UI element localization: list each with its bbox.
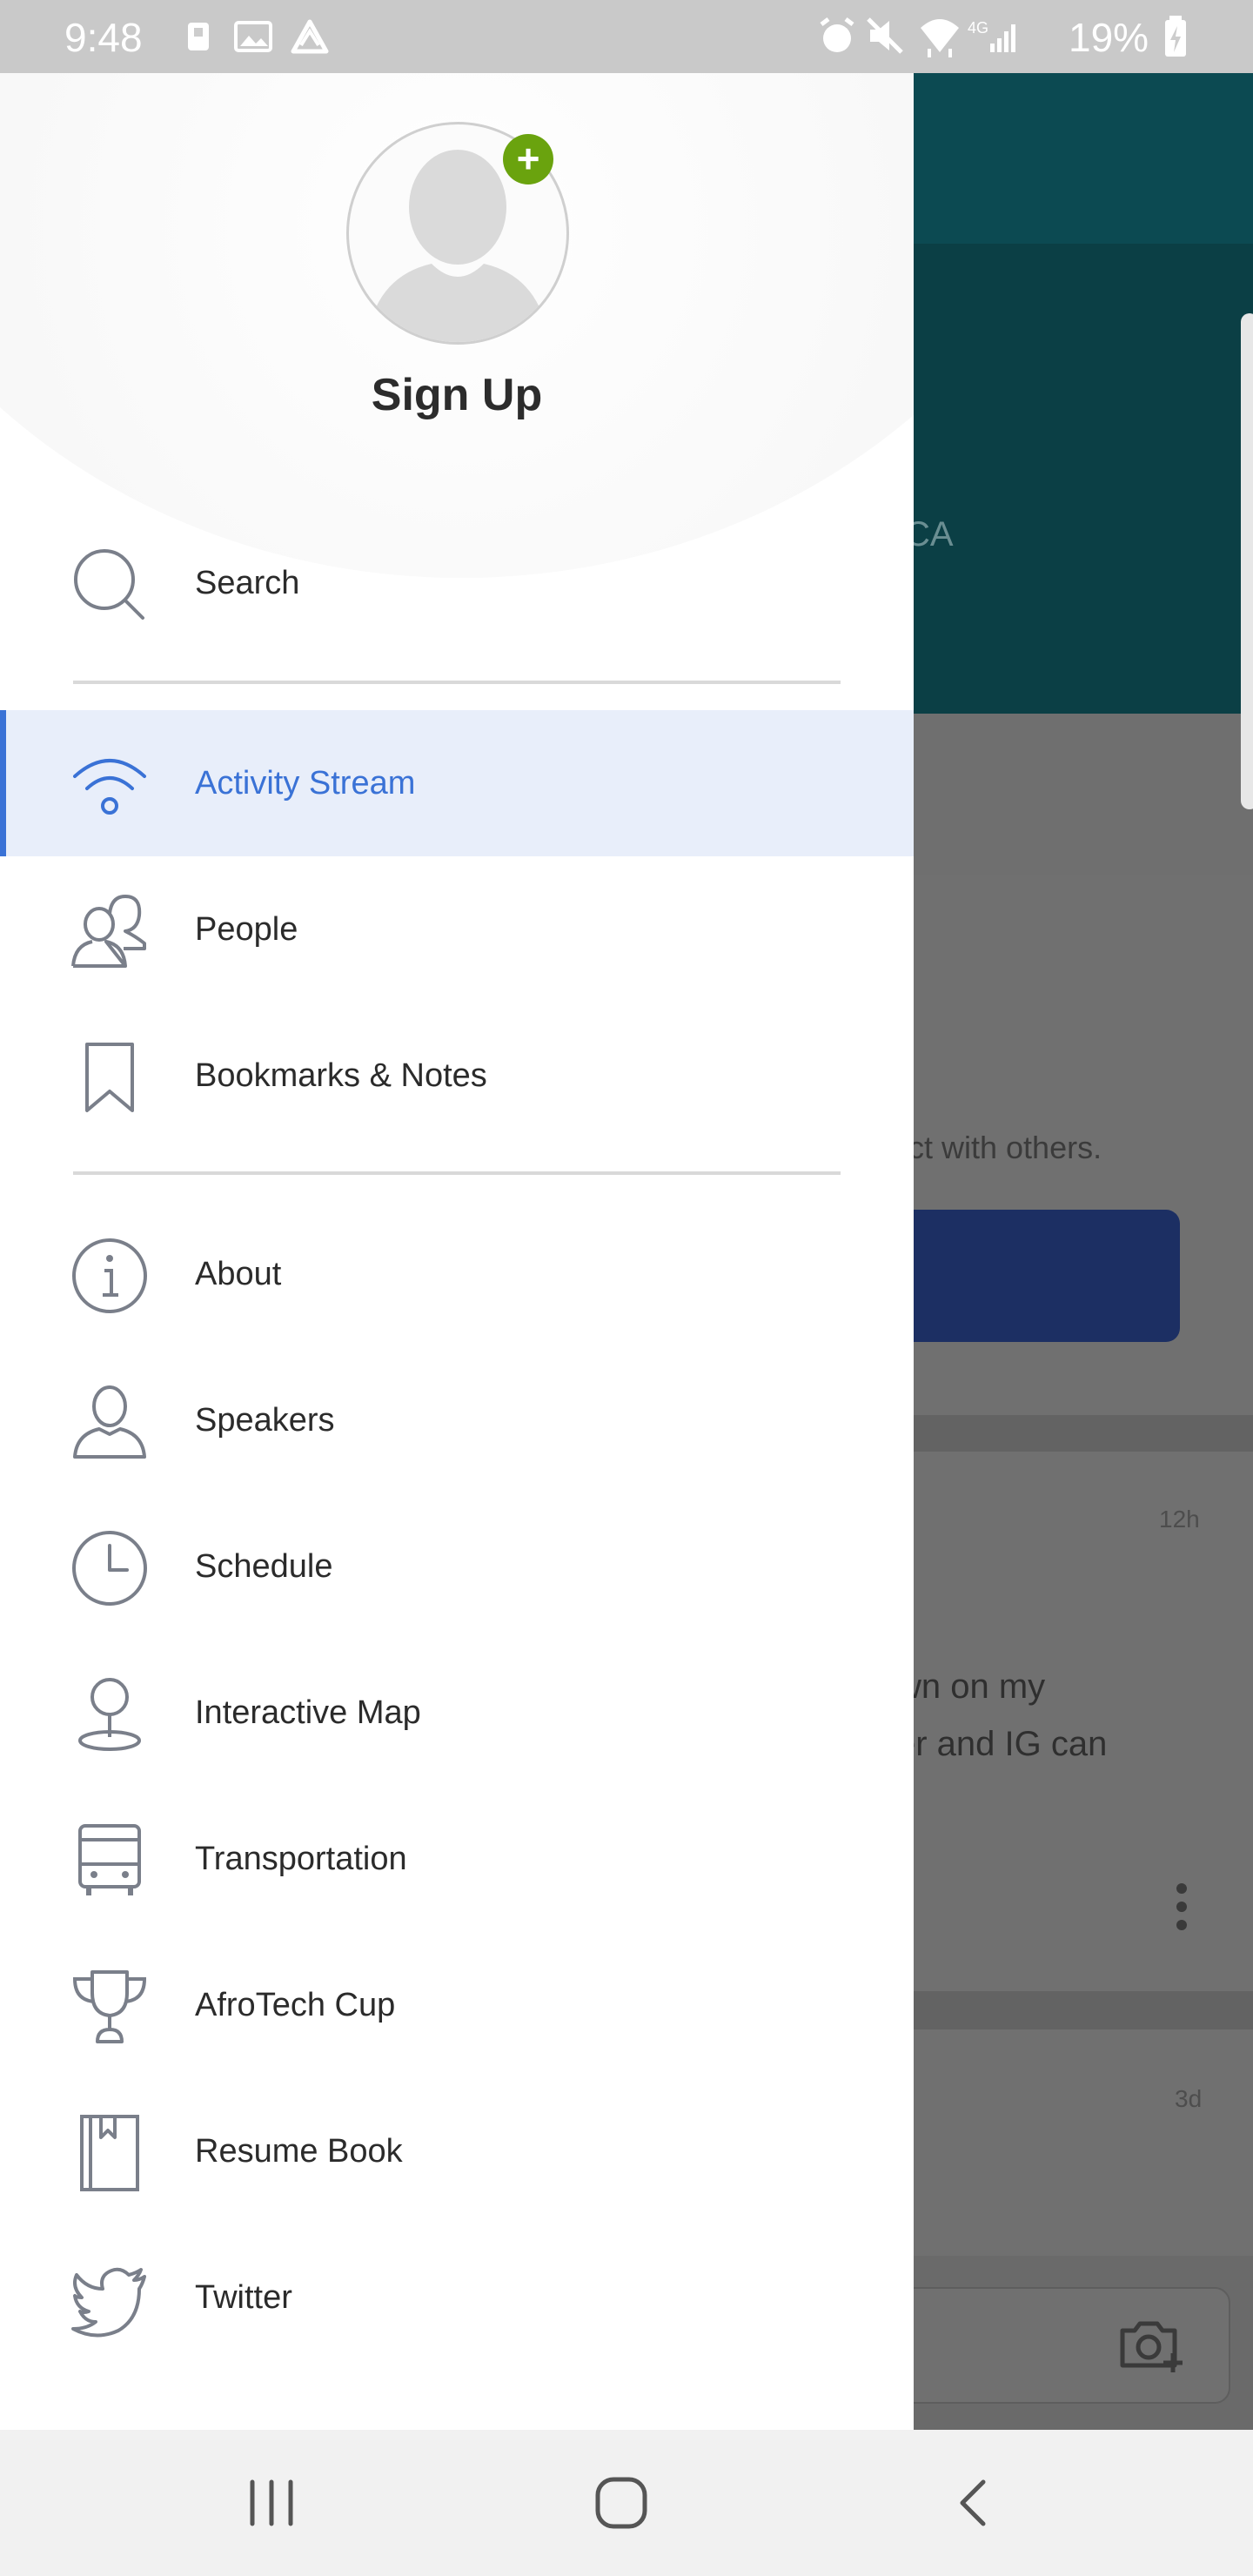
signal-icon: 4G: [968, 19, 1015, 52]
menu-item-speakers[interactable]: Speakers: [0, 1347, 914, 1493]
menu-item-label: Interactive Map: [195, 1694, 421, 1731]
app-alert-icon: [291, 19, 329, 54]
post-text-line: wn on my: [896, 1667, 1046, 1706]
alarm-icon: [820, 17, 854, 52]
image-icon: [234, 21, 272, 52]
menu-divider: [73, 1171, 841, 1175]
menu-item-search[interactable]: Search: [0, 510, 914, 656]
menu-item-label: Speakers: [195, 1402, 335, 1439]
menu-item-resume-book[interactable]: Resume Book: [0, 2078, 914, 2224]
twitter-icon: [71, 2267, 146, 2338]
post-timestamp: 3d: [1175, 2085, 1203, 2112]
info-icon: [72, 1238, 147, 1313]
menu-item-interactive-map[interactable]: Interactive Map: [0, 1640, 914, 1786]
menu-item-label: Twitter: [195, 2279, 292, 2316]
menu-item-transportation[interactable]: Transportation: [0, 1786, 914, 1932]
wifi-icon: [73, 759, 146, 815]
menu-item-label: Search: [195, 565, 300, 601]
more-options-icon: [1175, 1883, 1189, 1938]
svg-text:4G: 4G: [968, 19, 988, 37]
bus-icon: [78, 1824, 141, 1895]
menu-item-label: People: [195, 911, 298, 948]
status-bar: 9:48 4G 19%: [0, 0, 1253, 73]
mute-icon: [867, 17, 903, 54]
navigation-drawer: + Sign Up Search Activity Stream People: [0, 73, 914, 2430]
clock-icon: [72, 1531, 147, 1606]
status-time: 9:48: [64, 15, 143, 60]
menu-divider: [73, 681, 841, 684]
intro-card-text: ct with others.: [908, 1130, 1102, 1165]
back-icon[interactable]: [954, 2477, 992, 2529]
bookmark-icon: [85, 1043, 134, 1112]
search-icon: [74, 549, 144, 620]
menu-item-schedule[interactable]: Schedule: [0, 1493, 914, 1640]
sign-up-link[interactable]: Sign Up: [0, 369, 914, 421]
menu-item-label: About: [195, 1256, 282, 1292]
scroll-handle: [1241, 313, 1253, 809]
person-icon: [73, 1385, 146, 1459]
menu-item-label: Schedule: [195, 1548, 333, 1585]
menu-item-label: Resume Book: [195, 2133, 403, 2170]
join-button: [870, 1210, 1180, 1342]
menu-item-bookmarks-notes[interactable]: Bookmarks & Notes: [0, 1003, 914, 1149]
menu-item-label: AfroTech Cup: [195, 1987, 396, 2023]
menu-item-activity-stream[interactable]: Activity Stream: [0, 710, 914, 856]
home-icon[interactable]: [593, 2475, 649, 2531]
people-icon: [71, 895, 146, 968]
menu-item-twitter[interactable]: Twitter: [0, 2224, 914, 2371]
notification-icon: [188, 23, 209, 50]
book-icon: [80, 2115, 139, 2191]
recent-apps-icon[interactable]: [245, 2479, 298, 2527]
system-navigation-bar: [0, 2430, 1253, 2576]
trophy-icon: [72, 1970, 147, 2043]
active-indicator: [0, 710, 6, 856]
menu-item-afrotech-cup[interactable]: AfroTech Cup: [0, 1932, 914, 2078]
wifi-status-icon: [921, 19, 959, 57]
add-photo-button[interactable]: +: [503, 134, 553, 184]
menu-item-label: Bookmarks & Notes: [195, 1057, 487, 1094]
menu-item-label: Activity Stream: [195, 765, 416, 802]
post-text-line: er and IG can: [896, 1725, 1108, 1763]
post-timestamp: 12h: [1159, 1506, 1200, 1533]
map-pin-icon: [78, 1678, 141, 1751]
menu-item-people[interactable]: People: [0, 856, 914, 1003]
battery-icon: [1165, 16, 1186, 57]
menu-item-label: Transportation: [195, 1841, 407, 1877]
camera-add-icon: [1120, 2321, 1183, 2372]
menu-item-about[interactable]: About: [0, 1201, 914, 1347]
battery-percent: 19%: [1069, 15, 1149, 60]
